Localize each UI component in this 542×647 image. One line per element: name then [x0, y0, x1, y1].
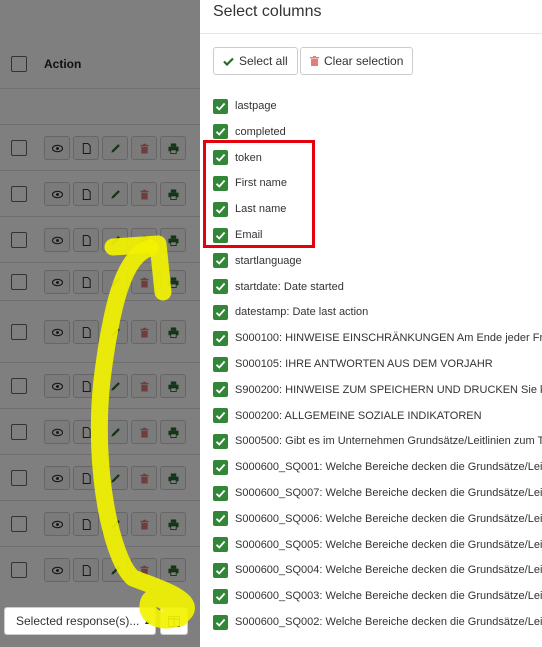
column-checkbox[interactable]: [213, 98, 228, 114]
column-label: startdate: Date started: [235, 280, 344, 293]
column-option[interactable]: completed: [213, 124, 286, 140]
column-checkbox[interactable]: [213, 588, 228, 604]
caret-down-icon: ▲: [143, 616, 152, 626]
select-all-button[interactable]: Select all: [213, 47, 298, 75]
check-icon: [215, 592, 226, 601]
column-label: startlanguage: [235, 254, 302, 267]
column-checkbox[interactable]: [213, 279, 228, 295]
column-checkbox[interactable]: [213, 304, 228, 320]
column-option[interactable]: datestamp: Date last action: [213, 304, 368, 320]
column-label: S000600_SQ007: Welche Bereiche decken di…: [235, 487, 542, 499]
column-option[interactable]: lastpage: [213, 98, 277, 114]
check-icon: [215, 618, 226, 627]
column-label: S000600_SQ002: Welche Bereiche decken di…: [235, 616, 542, 628]
column-option[interactable]: S000105: IHRE ANTWORTEN AUS DEM VORJAHR: [213, 356, 493, 372]
clear-selection-label: Clear selection: [324, 54, 404, 68]
column-checkbox[interactable]: [213, 537, 228, 553]
column-checkbox[interactable]: [213, 408, 228, 424]
check-icon: [215, 282, 226, 291]
check-icon: [215, 566, 226, 575]
column-label: lastpage: [235, 100, 277, 112]
column-label: S000600_SQ003: Welche Bereiche decken di…: [235, 590, 542, 603]
column-checkbox[interactable]: [213, 253, 228, 269]
column-label: S000600_SQ005: Welche Bereiche decken di…: [235, 538, 542, 551]
column-label: S000200: ALLGEMEINE SOZIALE INDIKATOREN: [235, 409, 482, 422]
column-option[interactable]: S900200: HINWEISE ZUM SPEICHERN UND DRUC…: [213, 382, 542, 398]
check-icon: [215, 128, 226, 137]
column-checkbox[interactable]: [213, 433, 228, 449]
highlight-box: [203, 140, 315, 248]
column-label: S000100: HINWEISE EINSCHRÄNKUNGEN Am End…: [235, 332, 542, 345]
column-option[interactable]: S000600_SQ001: Welche Bereiche decken di…: [213, 459, 542, 475]
check-icon: [215, 411, 226, 420]
column-label: S900200: HINWEISE ZUM SPEICHERN UND DRUC…: [235, 383, 542, 396]
column-option[interactable]: S000100: HINWEISE EINSCHRÄNKUNGEN Am End…: [213, 330, 542, 346]
check-icon: [215, 540, 226, 549]
column-option[interactable]: S000600_SQ007: Welche Bereiche decken di…: [213, 485, 542, 501]
column-checkbox[interactable]: [213, 614, 228, 630]
column-label: S000600_SQ004: Welche Bereiche decken di…: [235, 564, 542, 577]
column-label: S000600_SQ006: Welche Bereiche decken di…: [235, 512, 542, 525]
check-icon: [215, 437, 226, 446]
column-label: S000105: IHRE ANTWORTEN AUS DEM VORJAHR: [235, 358, 493, 370]
check-icon: [215, 386, 226, 395]
panel-title: Select columns: [213, 3, 322, 20]
check-icon: [215, 102, 226, 111]
column-label: S000500: Gibt es im Unternehmen Grundsät…: [235, 435, 542, 448]
divider: [200, 33, 542, 34]
column-option[interactable]: S000600_SQ006: Welche Bereiche decken di…: [213, 511, 542, 527]
column-checkbox[interactable]: [213, 382, 228, 398]
column-option[interactable]: S000500: Gibt es im Unternehmen Grundsät…: [213, 433, 542, 449]
select-columns-panel: Select columns Select all Clear selectio…: [200, 0, 542, 647]
column-checkbox[interactable]: [213, 562, 228, 578]
columns-icon: [168, 615, 180, 627]
column-checkbox[interactable]: [213, 485, 228, 501]
column-checkbox[interactable]: [213, 511, 228, 527]
select-all-label: Select all: [239, 54, 288, 68]
selected-responses-dropdown[interactable]: Selected response(s)... ▲: [4, 607, 156, 635]
column-label: datestamp: Date last action: [235, 306, 369, 319]
check-icon: [215, 360, 226, 369]
column-option[interactable]: S000600_SQ005: Welche Bereiche decken di…: [213, 537, 542, 553]
column-checkbox[interactable]: [213, 459, 228, 475]
check-icon: [215, 463, 226, 472]
selected-responses-label: Selected response(s)...: [16, 614, 140, 628]
column-label: S000600_SQ001: Welche Bereiche decken di…: [235, 461, 542, 474]
check-icon: [215, 334, 226, 343]
column-option[interactable]: S000600_SQ003: Welche Bereiche decken di…: [213, 588, 542, 604]
column-label: completed: [235, 125, 286, 138]
trash-icon: [310, 56, 319, 66]
column-checkbox[interactable]: [213, 356, 228, 372]
column-option[interactable]: startdate: Date started: [213, 279, 344, 295]
check-icon: [215, 308, 226, 317]
check-icon: [215, 489, 226, 498]
column-option[interactable]: S000200: ALLGEMEINE SOZIALE INDIKATOREN: [213, 408, 482, 424]
check-icon: [215, 257, 226, 266]
column-checkbox[interactable]: [213, 124, 228, 140]
column-option[interactable]: startlanguage: [213, 253, 302, 269]
column-option[interactable]: S000600_SQ004: Welche Bereiche decken di…: [213, 562, 542, 578]
column-checkbox[interactable]: [213, 330, 228, 346]
column-option[interactable]: S000600_SQ002: Welche Bereiche decken di…: [213, 614, 542, 630]
check-icon: [215, 515, 226, 524]
clear-selection-button[interactable]: Clear selection: [300, 47, 414, 75]
column-selector-button[interactable]: [160, 607, 188, 635]
check-icon: [223, 57, 234, 66]
